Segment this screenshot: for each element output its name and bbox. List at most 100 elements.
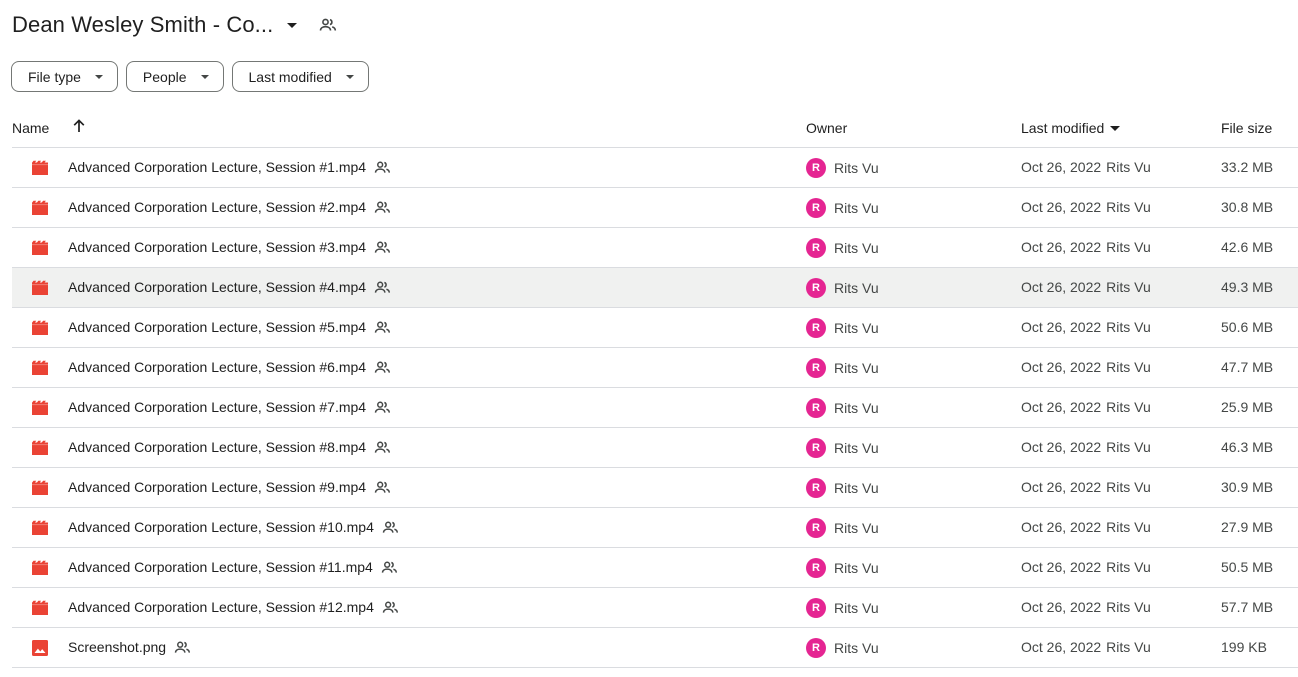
last-modified-cell: Oct 26, 2022 Rits Vu: [1021, 359, 1151, 375]
modified-date: Oct 26, 2022: [1021, 159, 1102, 175]
owner-name: Rits Vu: [834, 360, 879, 376]
modified-by: Rits Vu: [1106, 439, 1151, 455]
video-file-icon: [32, 240, 48, 256]
file-row[interactable]: Advanced Corporation Lecture, Session #1…: [12, 148, 1298, 188]
file-name-cell: Advanced Corporation Lecture, Session #3…: [68, 239, 391, 255]
modified-date: Oct 26, 2022: [1021, 399, 1102, 415]
folder-header: Dean Wesley Smith - Co...: [12, 8, 337, 42]
owner-cell: R Rits Vu: [806, 358, 879, 378]
file-name[interactable]: Advanced Corporation Lecture, Session #8…: [68, 439, 366, 455]
video-file-icon: [32, 560, 48, 576]
file-name[interactable]: Advanced Corporation Lecture, Session #1…: [68, 159, 366, 175]
last-modified-filter-label: Last modified: [248, 68, 332, 85]
owner-cell: R Rits Vu: [806, 478, 879, 498]
owner-cell: R Rits Vu: [806, 278, 879, 298]
modified-by: Rits Vu: [1106, 159, 1151, 175]
file-type-filter-label: File type: [28, 68, 81, 85]
file-size: 33.2 MB: [1221, 159, 1274, 175]
file-name[interactable]: Screenshot.png: [68, 639, 166, 655]
chevron-down-icon: [345, 74, 354, 79]
people-icon[interactable]: [319, 18, 337, 32]
modified-by: Rits Vu: [1106, 239, 1151, 255]
last-modified-cell: Oct 26, 2022 Rits Vu: [1021, 319, 1151, 335]
column-header-last-modified-label: Last modified: [1021, 120, 1105, 136]
file-row[interactable]: Advanced Corporation Lecture, Session #1…: [12, 508, 1298, 548]
modified-date: Oct 26, 2022: [1021, 199, 1102, 215]
owner-cell: R Rits Vu: [806, 318, 879, 338]
file-name[interactable]: Advanced Corporation Lecture, Session #6…: [68, 359, 366, 375]
file-name[interactable]: Advanced Corporation Lecture, Session #2…: [68, 199, 366, 215]
owner-avatar[interactable]: R: [806, 238, 826, 258]
file-row[interactable]: Advanced Corporation Lecture, Session #7…: [12, 388, 1298, 428]
owner-name: Rits Vu: [834, 640, 879, 656]
file-size: 47.7 MB: [1221, 359, 1274, 375]
owner-name: Rits Vu: [834, 480, 879, 496]
file-row[interactable]: Advanced Corporation Lecture, Session #1…: [12, 588, 1298, 628]
file-name[interactable]: Advanced Corporation Lecture, Session #1…: [68, 519, 374, 535]
owner-avatar[interactable]: R: [806, 638, 826, 658]
file-name[interactable]: Advanced Corporation Lecture, Session #7…: [68, 399, 366, 415]
file-row[interactable]: Advanced Corporation Lecture, Session #1…: [12, 548, 1298, 588]
owner-avatar[interactable]: R: [806, 398, 826, 418]
owner-avatar[interactable]: R: [806, 518, 826, 538]
file-row[interactable]: Advanced Corporation Lecture, Session #5…: [12, 308, 1298, 348]
modified-by: Rits Vu: [1106, 279, 1151, 295]
drive-folder-view: Dean Wesley Smith - Co... File type Peop…: [0, 0, 1298, 677]
last-modified-filter-chip[interactable]: Last modified: [231, 61, 369, 92]
owner-name: Rits Vu: [834, 440, 879, 456]
column-header-name[interactable]: Name: [12, 120, 49, 136]
file-size: 199 KB: [1221, 639, 1267, 655]
file-name-cell: Advanced Corporation Lecture, Session #7…: [68, 399, 391, 415]
file-row[interactable]: Advanced Corporation Lecture, Session #9…: [12, 468, 1298, 508]
modified-date: Oct 26, 2022: [1021, 439, 1102, 455]
file-name[interactable]: Advanced Corporation Lecture, Session #1…: [68, 599, 374, 615]
last-modified-cell: Oct 26, 2022 Rits Vu: [1021, 519, 1151, 535]
file-row[interactable]: Advanced Corporation Lecture, Session #2…: [12, 188, 1298, 228]
shared-people-icon: [374, 441, 391, 454]
file-name[interactable]: Advanced Corporation Lecture, Session #5…: [68, 319, 366, 335]
owner-avatar[interactable]: R: [806, 278, 826, 298]
shared-people-icon: [374, 481, 391, 494]
last-modified-cell: Oct 26, 2022 Rits Vu: [1021, 399, 1151, 415]
file-name-cell: Advanced Corporation Lecture, Session #4…: [68, 279, 391, 295]
file-row[interactable]: Advanced Corporation Lecture, Session #3…: [12, 228, 1298, 268]
file-name[interactable]: Advanced Corporation Lecture, Session #9…: [68, 479, 366, 495]
owner-avatar[interactable]: R: [806, 438, 826, 458]
modified-date: Oct 26, 2022: [1021, 239, 1102, 255]
chevron-down-icon: [200, 74, 209, 79]
owner-avatar[interactable]: R: [806, 558, 826, 578]
file-name[interactable]: Advanced Corporation Lecture, Session #1…: [68, 559, 373, 575]
people-filter-chip[interactable]: People: [125, 61, 224, 92]
folder-title[interactable]: Dean Wesley Smith - Co...: [12, 12, 273, 38]
file-name-cell: Advanced Corporation Lecture, Session #1…: [68, 599, 399, 615]
file-list-table: Name Owner Last modified File size Advan…: [12, 108, 1298, 668]
caret-down-icon[interactable]: [287, 22, 298, 28]
file-row[interactable]: Advanced Corporation Lecture, Session #4…: [12, 268, 1298, 308]
column-header-last-modified[interactable]: Last modified: [1021, 120, 1121, 136]
owner-avatar[interactable]: R: [806, 598, 826, 618]
sort-ascending-icon[interactable]: [72, 118, 86, 137]
video-file-icon: [32, 160, 48, 176]
column-header-owner[interactable]: Owner: [806, 120, 847, 136]
owner-avatar[interactable]: R: [806, 158, 826, 178]
modified-by: Rits Vu: [1106, 559, 1151, 575]
owner-name: Rits Vu: [834, 240, 879, 256]
owner-avatar[interactable]: R: [806, 198, 826, 218]
file-row[interactable]: Advanced Corporation Lecture, Session #6…: [12, 348, 1298, 388]
owner-avatar[interactable]: R: [806, 478, 826, 498]
owner-avatar[interactable]: R: [806, 318, 826, 338]
last-modified-cell: Oct 26, 2022 Rits Vu: [1021, 639, 1151, 655]
file-size: 42.6 MB: [1221, 239, 1274, 255]
video-file-icon: [32, 480, 48, 496]
file-row[interactable]: Advanced Corporation Lecture, Session #8…: [12, 428, 1298, 468]
file-name[interactable]: Advanced Corporation Lecture, Session #4…: [68, 279, 366, 295]
file-name-cell: Advanced Corporation Lecture, Session #8…: [68, 439, 391, 455]
owner-name: Rits Vu: [834, 280, 879, 296]
file-row[interactable]: Screenshot.png R Rits Vu Oct 26, 2022 Rit…: [12, 628, 1298, 668]
last-modified-cell: Oct 26, 2022 Rits Vu: [1021, 559, 1151, 575]
owner-avatar[interactable]: R: [806, 358, 826, 378]
file-type-filter-chip[interactable]: File type: [11, 61, 118, 92]
column-header-file-size[interactable]: File size: [1221, 120, 1272, 136]
file-name[interactable]: Advanced Corporation Lecture, Session #3…: [68, 239, 366, 255]
last-modified-cell: Oct 26, 2022 Rits Vu: [1021, 199, 1151, 215]
